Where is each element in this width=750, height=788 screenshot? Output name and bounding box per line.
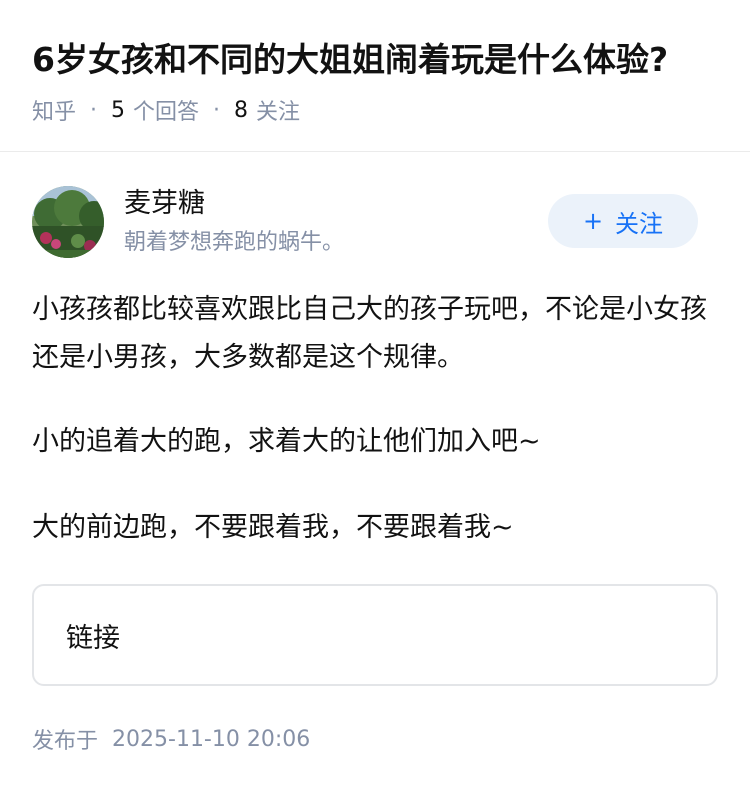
- separator-dot: ·: [213, 97, 221, 123]
- header-divider: [0, 151, 750, 152]
- follow-count: 8: [234, 97, 249, 123]
- link-card[interactable]: 链接: [32, 584, 718, 686]
- author-bio: 朝着梦想奔跑的蜗牛。: [124, 230, 345, 255]
- publish-label: 发布于: [32, 729, 99, 754]
- follow-button[interactable]: + 关注: [548, 194, 698, 248]
- follow-button-label: 关注: [615, 209, 664, 238]
- question-title[interactable]: 6岁女孩和不同的大姐姐闹着玩是什么体验?: [32, 38, 732, 82]
- answer-paragraph: 小孩孩都比较喜欢跟比自己大的孩子玩吧，不论是小女孩还是小男孩，大多数都是这个规律…: [32, 294, 707, 373]
- separator-dot: ·: [90, 97, 98, 123]
- answer-count: 5: [111, 97, 126, 123]
- answer-paragraph: 大的前边跑，不要跟着我，不要跟着我~: [32, 512, 514, 543]
- plus-icon: +: [582, 207, 604, 235]
- source-label[interactable]: 知乎: [32, 94, 76, 126]
- answer-paragraph: 小的追着大的跑，求着大的让他们加入吧~: [32, 426, 541, 457]
- link-card-label: 链接: [66, 622, 120, 654]
- question-meta: 知乎 · 5 个回答 · 8 关注: [32, 94, 300, 126]
- publish-time: 发布于 2025-11-10 20:06: [32, 722, 310, 756]
- answer-count-label[interactable]: 个回答: [133, 94, 199, 126]
- follow-count-label: 关注: [256, 100, 301, 125]
- avatar-photo-icon: [32, 186, 104, 258]
- avatar[interactable]: [32, 186, 104, 258]
- author-name[interactable]: 麦芽糖: [124, 184, 205, 224]
- publish-timestamp: 2025-11-10 20:06: [112, 726, 311, 752]
